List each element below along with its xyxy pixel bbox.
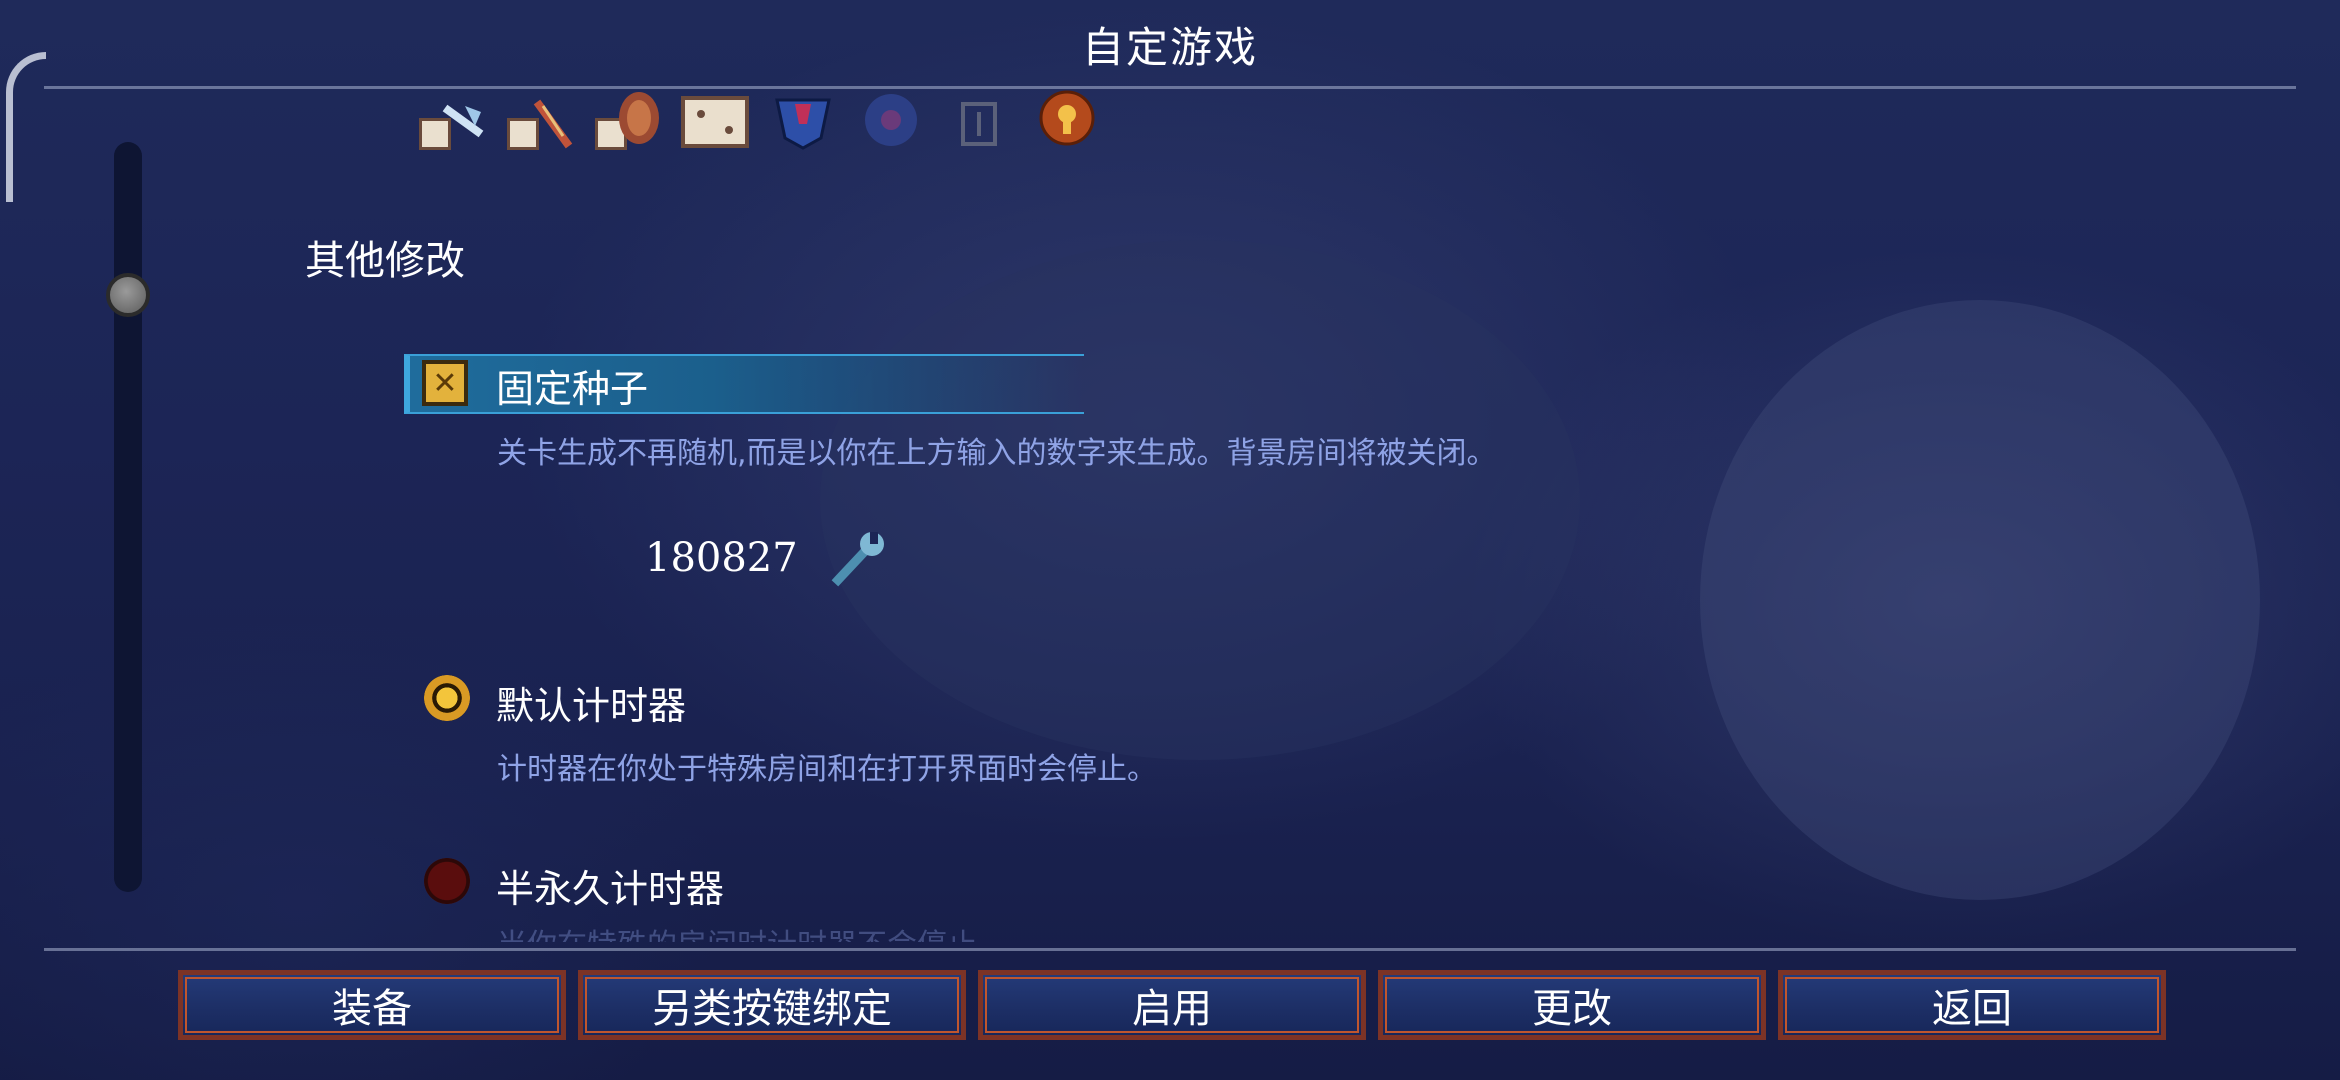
page-title: 自定游戏: [1081, 23, 1258, 72]
blue-disc-icon[interactable]: [855, 90, 927, 150]
equip-button[interactable]: 装备: [178, 970, 566, 1040]
background-silhouette: [820, 240, 1580, 760]
dice-shield-icon[interactable]: [591, 90, 663, 150]
change-button[interactable]: 更改: [1378, 970, 1766, 1040]
back-arc-decoration: [6, 52, 46, 202]
mod-icon-row: [415, 90, 1103, 150]
alt-keybind-button[interactable]: 另类按键绑定: [578, 970, 966, 1040]
option-default-timer-label[interactable]: 默认计时器: [496, 675, 686, 730]
enable-button[interactable]: 启用: [978, 970, 1366, 1040]
default-timer-radio[interactable]: [424, 675, 470, 721]
blue-gem-icon[interactable]: [767, 90, 839, 150]
background-silhouette: [1700, 300, 2260, 900]
semi-permanent-timer-radio[interactable]: [424, 858, 470, 904]
fixed-seed-checkbox[interactable]: ✕: [422, 360, 468, 406]
keyhole-badge-icon[interactable]: [1031, 90, 1103, 150]
seed-value[interactable]: 180827: [645, 535, 798, 581]
option-semi-permanent-timer-desc: 当你在特殊的房间时计时器不会停止。: [497, 920, 1007, 942]
scrollbar-track[interactable]: [114, 142, 142, 892]
back-button[interactable]: 返回: [1778, 970, 2166, 1040]
dice-axe-icon[interactable]: [415, 90, 487, 150]
option-fixed-seed-desc: 关卡生成不再随机,而是以你在上方输入的数字来生成。背景房间将被关闭。: [497, 436, 1497, 471]
footer-button-bar: 装备 另类按键绑定 启用 更改 返回: [178, 970, 2166, 1040]
option-default-timer-desc: 计时器在你处于特殊房间和在打开界面时会停止。: [497, 752, 1157, 787]
wrench-icon[interactable]: [828, 528, 888, 588]
option-fixed-seed-label[interactable]: 固定种子: [496, 358, 648, 413]
section-title-other-mods: 其他修改: [305, 238, 465, 284]
grey-lock-icon[interactable]: [943, 90, 1015, 150]
dice-box-icon[interactable]: [679, 90, 751, 150]
footer-divider: [44, 948, 2296, 951]
dice-bow-icon[interactable]: [503, 90, 575, 150]
option-semi-permanent-timer-label[interactable]: 半永久计时器: [496, 858, 724, 913]
scrollbar-thumb[interactable]: [106, 273, 150, 317]
header-divider: [44, 86, 2296, 89]
